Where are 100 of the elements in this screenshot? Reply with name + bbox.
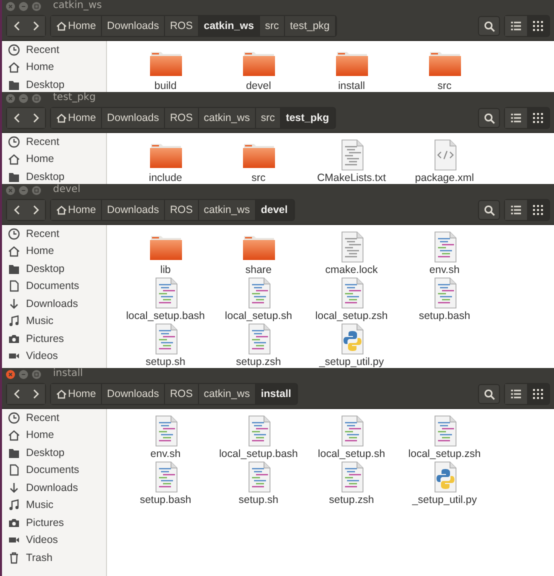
file-name[interactable]: devel bbox=[246, 80, 272, 92]
file-name[interactable]: include bbox=[148, 172, 182, 184]
sidebar-item[interactable]: Recent bbox=[26, 412, 60, 424]
sidebar-item[interactable]: Desktop bbox=[26, 262, 65, 275]
search-button[interactable] bbox=[478, 384, 500, 404]
file-name[interactable]: src bbox=[438, 80, 452, 92]
sidebar-item[interactable]: Videos bbox=[26, 534, 58, 546]
camera-icon bbox=[8, 516, 20, 529]
search-button[interactable] bbox=[478, 16, 500, 36]
file-name[interactable]: local_setup.sh bbox=[318, 448, 386, 460]
file-name[interactable]: local_setup.zsh bbox=[408, 448, 481, 460]
path-crumb[interactable]: Home bbox=[51, 108, 102, 128]
file-name[interactable]: local_setup.zsh bbox=[315, 310, 388, 322]
grid-view-button[interactable] bbox=[527, 108, 549, 128]
home-icon bbox=[8, 429, 20, 442]
file-name[interactable]: setup.bash bbox=[418, 310, 470, 322]
camera-icon bbox=[8, 332, 20, 345]
window-title: catkin_ws bbox=[53, 0, 102, 12]
list-icon bbox=[511, 205, 521, 215]
list-icon bbox=[511, 113, 521, 123]
sidebar-item[interactable]: Pictures bbox=[26, 332, 64, 345]
grid-icon bbox=[533, 389, 543, 399]
forward-icon bbox=[32, 113, 38, 123]
sidebar-item[interactable]: Downloads bbox=[26, 298, 78, 310]
sidebar-item[interactable]: Recent bbox=[26, 228, 60, 240]
path-crumb[interactable]: Home bbox=[51, 384, 102, 404]
file-name[interactable]: _setup_util.py bbox=[412, 494, 477, 506]
sidebar-item[interactable]: Recent bbox=[26, 136, 60, 148]
document-icon bbox=[8, 464, 20, 476]
sidebar-item[interactable]: Desktop bbox=[26, 78, 65, 91]
file-name[interactable]: cmake.lock bbox=[325, 264, 378, 276]
sidebar-item[interactable]: Recent bbox=[26, 44, 60, 56]
file-name[interactable]: share bbox=[245, 264, 272, 276]
grid-view-button[interactable] bbox=[527, 16, 549, 36]
file-name[interactable]: local_setup.bash bbox=[126, 310, 205, 322]
search-icon bbox=[484, 388, 494, 400]
file-name[interactable]: lib bbox=[160, 264, 171, 276]
sidebar-item[interactable]: Music bbox=[26, 315, 54, 328]
grid-icon bbox=[533, 205, 543, 215]
back-button[interactable] bbox=[7, 200, 26, 220]
document-icon bbox=[8, 280, 20, 292]
sidebar-item[interactable]: Pictures bbox=[26, 516, 64, 529]
file-name[interactable]: setup.bash bbox=[140, 494, 192, 506]
back-button[interactable] bbox=[7, 108, 26, 128]
sidebar-item[interactable]: Home bbox=[26, 245, 54, 258]
sidebar-item[interactable]: Documents bbox=[26, 280, 80, 292]
list-view-button[interactable] bbox=[505, 108, 527, 128]
folder-icon bbox=[8, 262, 20, 275]
list-view-button[interactable] bbox=[505, 16, 527, 36]
file-name[interactable]: install bbox=[338, 80, 365, 92]
path-crumb[interactable]: Home bbox=[51, 200, 102, 220]
grid-view-button[interactable] bbox=[527, 384, 549, 404]
sidebar-item[interactable]: Documents bbox=[26, 464, 80, 476]
file-name[interactable]: _setup_util.py bbox=[319, 356, 384, 368]
sidebar-item[interactable]: Trash bbox=[26, 552, 52, 564]
forward-button[interactable] bbox=[26, 384, 45, 404]
back-button[interactable] bbox=[7, 384, 26, 404]
home-icon bbox=[56, 205, 67, 215]
file-name[interactable]: env.sh bbox=[150, 448, 181, 460]
file-name[interactable]: setup.zsh bbox=[329, 494, 374, 506]
sidebar-item[interactable]: Videos bbox=[26, 350, 58, 362]
close-button[interactable] bbox=[6, 370, 15, 378]
path-crumb[interactable]: test_pkg bbox=[280, 108, 336, 128]
folder-icon bbox=[8, 170, 20, 183]
forward-button[interactable] bbox=[26, 16, 45, 36]
file-name[interactable]: setup.sh bbox=[238, 494, 278, 506]
path-crumb[interactable]: devel bbox=[256, 200, 294, 220]
sidebar-item[interactable]: Downloads bbox=[26, 482, 78, 494]
list-view-button[interactable] bbox=[505, 384, 527, 404]
file-name[interactable]: local_setup.sh bbox=[224, 310, 292, 322]
search-button[interactable] bbox=[478, 108, 500, 128]
path-crumb[interactable]: install bbox=[256, 384, 298, 404]
clock-icon bbox=[8, 412, 20, 424]
file-name[interactable]: env.sh bbox=[429, 264, 460, 276]
sidebar-item[interactable]: Desktop bbox=[26, 170, 65, 183]
list-icon bbox=[511, 389, 521, 399]
path-crumb[interactable]: Home bbox=[51, 16, 102, 36]
path-crumb[interactable]: catkin_ws bbox=[198, 16, 260, 36]
sidebar-item[interactable]: Home bbox=[26, 429, 54, 442]
file-name[interactable]: src bbox=[252, 172, 266, 184]
sidebar-item[interactable]: Home bbox=[26, 153, 54, 166]
forward-button[interactable] bbox=[26, 108, 45, 128]
forward-icon bbox=[32, 205, 38, 215]
list-view-button[interactable] bbox=[505, 200, 527, 220]
search-icon bbox=[484, 20, 494, 32]
sidebar-item[interactable]: Home bbox=[26, 61, 54, 74]
file-name[interactable]: local_setup.bash bbox=[219, 448, 298, 460]
back-button[interactable] bbox=[7, 16, 26, 36]
grid-view-button[interactable] bbox=[527, 200, 549, 220]
back-icon bbox=[14, 205, 20, 215]
search-button[interactable] bbox=[478, 200, 500, 220]
sidebar-item[interactable]: Desktop bbox=[26, 446, 65, 459]
file-name[interactable]: CMakeLists.txt bbox=[317, 172, 386, 184]
back-icon bbox=[14, 389, 20, 399]
file-name[interactable]: setup.zsh bbox=[236, 356, 281, 368]
forward-button[interactable] bbox=[26, 200, 45, 220]
sidebar-item[interactable]: Music bbox=[26, 499, 54, 512]
file-name[interactable]: package.xml bbox=[415, 172, 474, 184]
file-name[interactable]: build bbox=[154, 80, 177, 92]
file-name[interactable]: setup.sh bbox=[146, 356, 186, 368]
